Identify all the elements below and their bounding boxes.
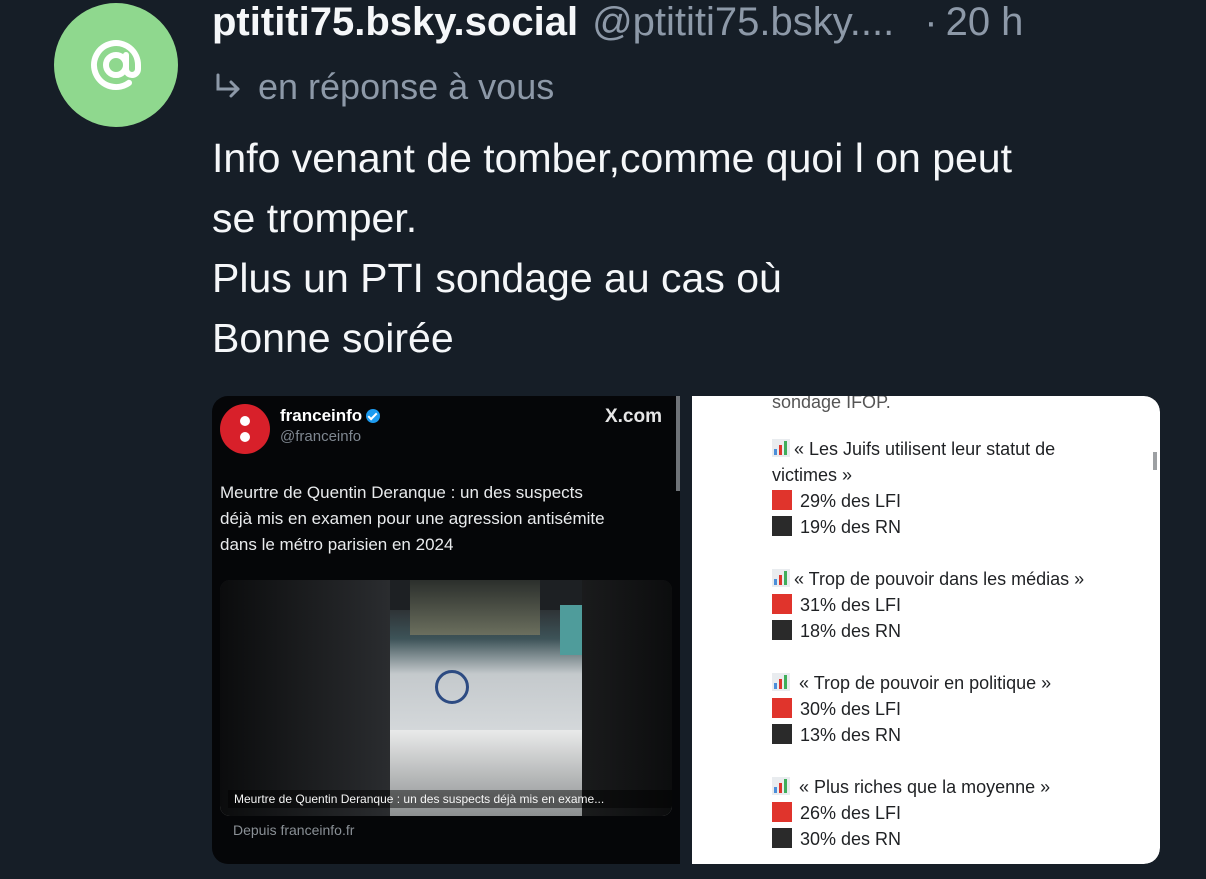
post-body-line: se tromper. [212,195,418,241]
bar-chart-icon [772,569,790,587]
person-silhouette [220,580,390,816]
post-body-line: Bonne soirée [212,315,454,361]
black-square-icon [772,828,792,848]
poll-lfi-value: 30% des LFI [800,699,902,719]
poll-question-text: « Trop de pouvoir en politique » [794,673,1052,693]
poll-rn-line: 13% des RN [772,722,1132,748]
poll-question-line: victimes » [772,465,853,485]
poll-item: « Les Juifs utilisent leur statut de vic… [772,436,1132,540]
franceinfo-logo [220,404,270,454]
poll-question-line: « Plus riches que la moyenne » [772,774,1132,800]
bar-chart-icon [772,673,790,691]
poll-lfi-value: 26% des LFI [800,803,902,823]
bar-chart-icon [772,439,790,457]
poll-lfi-line: 26% des LFI [772,800,1132,826]
post-body-line: Info venant de tomber,comme quoi l on pe… [212,135,1013,181]
poll-lfi-value: 31% des LFI [800,595,902,615]
red-square-icon [772,490,792,510]
black-square-icon [772,620,792,640]
headline-line: dans le métro parisien en 2024 [220,535,454,554]
poll-partial-heading: sondage IFOP. [772,396,891,412]
card-caption: Meurtre de Quentin Deranque : un des sus… [228,790,672,808]
post-body: Info venant de tomber,comme quoi l on pe… [212,128,1172,368]
post-media: franceinfo @franceinfo X.com Meurtre de … [212,396,1160,864]
poll-question-line: « Les Juifs utilisent leur statut de [772,436,1132,462]
reply-arrow-icon [216,73,240,98]
poll-item: « Trop de pouvoir en politique » 30% des… [772,670,1132,748]
metro-window [410,580,540,635]
embedded-scrollbar [1153,452,1157,470]
poll-lfi-line: 29% des LFI [772,488,1132,514]
person-silhouette [582,580,672,816]
poll-rn-value: 18% des RN [800,621,902,641]
bar-chart-icon [772,777,790,795]
x-com-label: X.com [604,406,662,427]
separator-dot: · [924,0,938,44]
embedded-account-handle: @franceinfo [280,428,362,445]
embedded-scrollbar [676,396,680,491]
post-timestamp[interactable]: 20 h [946,0,1024,45]
embedded-account-name-text: franceinfo [280,406,363,425]
at-sign-icon [91,40,141,91]
post-body-line: Plus un PTI sondage au cas où [212,255,782,301]
reply-label[interactable]: en réponse à vous [258,66,554,108]
author-handle[interactable]: @ptititi75.bsky.... [592,0,894,45]
poll-question-line: « Trop de pouvoir dans les médias » [772,566,1132,592]
post: ptititi75.bsky.social @ptititi75.bsky...… [0,0,1206,879]
poll-rn-line: 19% des RN [772,514,1132,540]
poll-lfi-value: 29% des LFI [800,491,902,511]
image-poll-screenshot[interactable]: sondage IFOP. « Les Juifs utilisent leur… [692,396,1160,864]
poll-question-text: « Trop de pouvoir dans les médias » [794,569,1085,589]
verified-badge-icon [366,409,381,423]
card-source: Depuis franceinfo.fr [233,822,355,838]
headline-line: Meurtre de Quentin Deranque : un des sus… [220,483,583,502]
poll-rn-value: 19% des RN [800,517,902,537]
display-name[interactable]: ptititi75.bsky.social [212,0,578,45]
poll-rn-line: 30% des RN [772,826,1132,852]
embedded-account-name: franceinfo [280,406,381,426]
poll-lfi-line: 31% des LFI [772,592,1132,618]
black-square-icon [772,724,792,744]
poll-rn-line: 18% des RN [772,618,1132,644]
image-franceinfo-screenshot[interactable]: franceinfo @franceinfo X.com Meurtre de … [212,396,680,864]
poll-question-text: « Plus riches que la moyenne » [794,777,1051,797]
black-square-icon [772,516,792,536]
red-square-icon [772,698,792,718]
poll-question-text: « Les Juifs utilisent leur statut de [794,439,1056,459]
post-header: ptititi75.bsky.social @ptititi75.bsky...… [212,0,1172,48]
embedded-headline: Meurtre de Quentin Deranque : un des sus… [220,480,660,558]
headline-line: déjà mis en examen pour une agression an… [220,509,605,528]
poll-item: « Plus riches que la moyenne » 26% des L… [772,774,1132,852]
poll-lfi-line: 30% des LFI [772,696,1132,722]
poll-question-line: « Trop de pouvoir en politique » [772,670,1132,696]
red-square-icon [772,802,792,822]
avatar[interactable] [54,3,178,127]
ratp-logo-icon [435,670,469,704]
red-square-icon [772,594,792,614]
poll-rn-value: 13% des RN [800,725,902,745]
embedded-link-card-image: Meurtre de Quentin Deranque : un des sus… [220,580,672,816]
reply-context: en réponse à vous [212,64,554,110]
poll-item: « Trop de pouvoir dans les médias » 31% … [772,566,1132,644]
poll-rn-value: 30% des RN [800,829,902,849]
